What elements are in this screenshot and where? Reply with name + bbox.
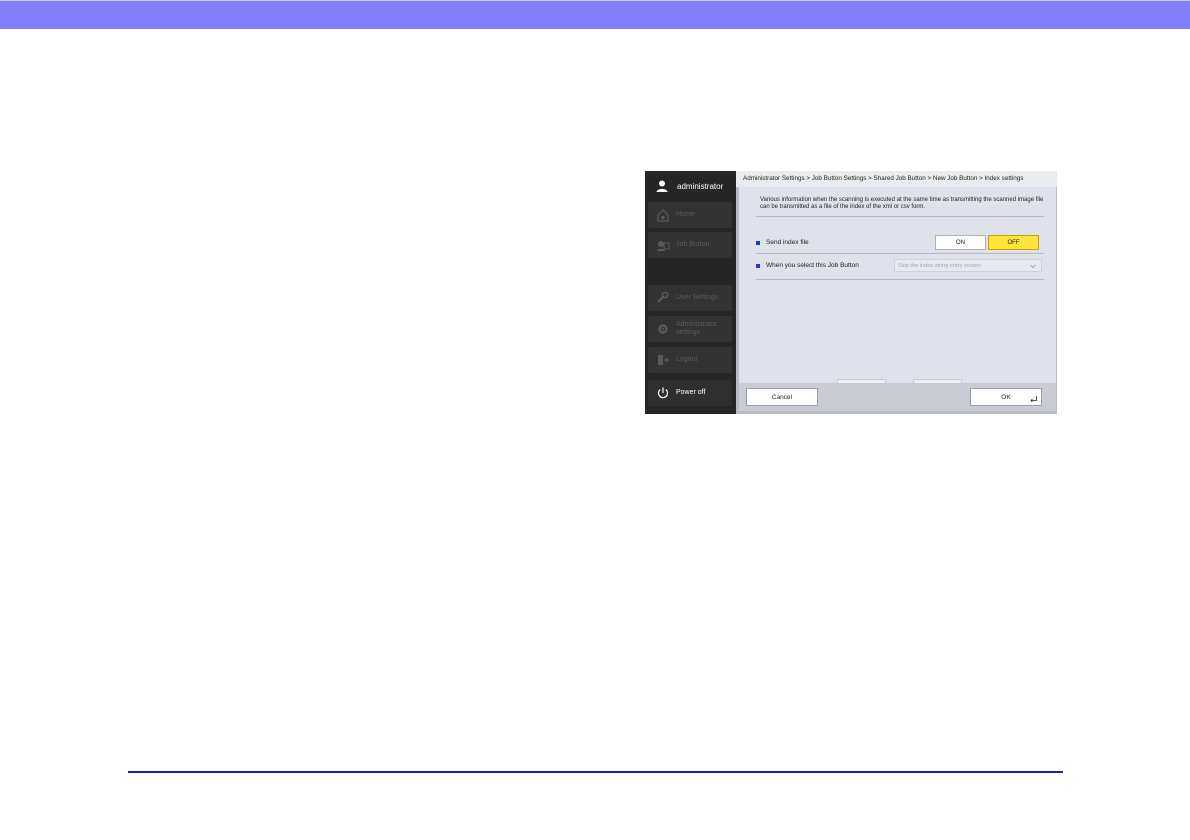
chevron-down-icon bbox=[1030, 264, 1036, 269]
footer-bar: Cancel OK bbox=[739, 383, 1056, 411]
when-select-value: Skip the index string entry screen bbox=[898, 262, 981, 269]
send-index-label-text: Send index file bbox=[766, 239, 809, 246]
when-select-dropdown[interactable]: Skip the index string entry screen bbox=[894, 259, 1042, 272]
power-icon bbox=[657, 387, 669, 399]
sidebar-item-logout[interactable]: Logout bbox=[648, 347, 732, 373]
ok-button[interactable]: OK bbox=[970, 388, 1042, 406]
send-index-label: Send index file bbox=[756, 239, 809, 246]
description-text: Various information when the scanning is… bbox=[760, 197, 1044, 210]
main-panel: Administrator Settings > Job Button Sett… bbox=[736, 171, 1057, 414]
power-off-button[interactable]: Power off bbox=[648, 380, 732, 406]
send-index-on-button[interactable]: ON bbox=[935, 235, 986, 250]
sidebar-item-label: Home bbox=[676, 211, 695, 218]
sidebar-item-home[interactable]: Home bbox=[648, 202, 732, 228]
send-index-off-button[interactable]: OFF bbox=[988, 235, 1039, 250]
home-icon bbox=[657, 209, 669, 222]
sidebar-item-label: Logout bbox=[676, 356, 698, 363]
bottom-rule bbox=[128, 771, 1063, 773]
sidebar-item-label: User Settings bbox=[676, 294, 719, 301]
divider bbox=[756, 253, 1044, 254]
job-button-icon bbox=[657, 241, 670, 251]
index-settings-content: Various information when the scanning is… bbox=[739, 187, 1056, 396]
sidebar-item-user-settings[interactable]: User Settings bbox=[648, 285, 732, 311]
logout-icon bbox=[658, 355, 669, 365]
breadcrumb: Administrator Settings > Job Button Sett… bbox=[736, 171, 1057, 187]
bullet-marker bbox=[756, 240, 760, 245]
when-select-label: When you select this Job Button bbox=[756, 262, 859, 269]
sidebar-item-label: Power off bbox=[676, 389, 706, 396]
wrench-icon bbox=[657, 291, 669, 303]
sidebar-item-label: Job Button bbox=[676, 241, 710, 248]
bullet-marker bbox=[756, 263, 760, 268]
ok-label: OK bbox=[1001, 393, 1011, 401]
divider bbox=[756, 279, 1044, 280]
gear-icon bbox=[658, 324, 668, 334]
sidebar-item-job-button[interactable]: Job Button bbox=[648, 232, 732, 258]
person-icon bbox=[656, 180, 668, 192]
sidebar-item-label: Administrator settings bbox=[676, 321, 718, 336]
top-header-band bbox=[0, 0, 1190, 29]
when-select-label-text: When you select this Job Button bbox=[766, 262, 859, 269]
device-screen: administrator Home Job Button User Setti… bbox=[645, 171, 1057, 414]
enter-icon bbox=[1030, 396, 1037, 402]
sidebar: administrator Home Job Button User Setti… bbox=[645, 171, 736, 414]
divider bbox=[756, 216, 1044, 217]
user-name: administrator bbox=[677, 181, 724, 191]
sidebar-item-administrator-settings[interactable]: Administrator settings bbox=[648, 316, 732, 342]
cancel-button[interactable]: Cancel bbox=[746, 388, 818, 406]
user-indicator: administrator bbox=[645, 171, 736, 201]
